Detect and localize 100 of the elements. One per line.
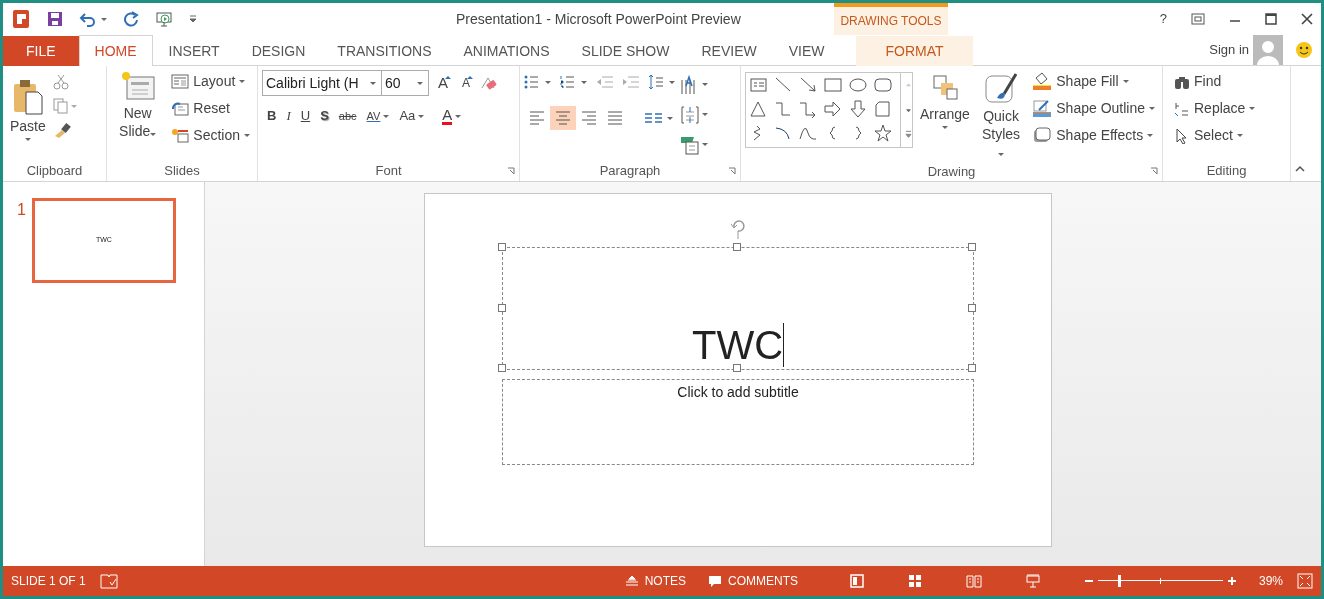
paste-button[interactable]: Paste bbox=[7, 70, 49, 161]
ribbon-tab[interactable]: VIEW bbox=[772, 36, 841, 66]
resize-handle[interactable] bbox=[733, 243, 741, 251]
down-arrow-shape-icon[interactable] bbox=[848, 99, 868, 119]
caret-icon bbox=[1249, 107, 1256, 110]
ribbon-tab[interactable]: FORMAT bbox=[856, 36, 973, 66]
dialog-launcher-icon[interactable] bbox=[728, 167, 736, 175]
cut-icon[interactable] bbox=[52, 74, 69, 90]
subtitle-placeholder[interactable]: Click to add subtitle bbox=[502, 379, 974, 465]
normal-view-icon[interactable] bbox=[849, 574, 864, 588]
arrange-button[interactable]: Arrange bbox=[917, 70, 973, 162]
redo-icon[interactable] bbox=[123, 11, 139, 27]
font-color-button[interactable]: A bbox=[437, 104, 467, 128]
format-button[interactable]: S bbox=[315, 104, 334, 128]
editing-command-button[interactable]: Replace bbox=[1171, 97, 1259, 120]
editing-command-button[interactable]: Select bbox=[1171, 124, 1259, 147]
ribbon-tab[interactable]: INSERT bbox=[152, 36, 236, 66]
editing-command-button[interactable]: Find bbox=[1171, 70, 1259, 93]
dialog-launcher-icon[interactable] bbox=[1150, 167, 1158, 175]
rounded-rectangle-shape-icon[interactable] bbox=[873, 75, 893, 95]
smiley-icon[interactable] bbox=[1295, 41, 1313, 59]
slide-command-button[interactable]: Section bbox=[168, 124, 253, 147]
ribbon-tab[interactable]: REVIEW bbox=[685, 36, 773, 66]
comments-button[interactable]: COMMENTS bbox=[707, 572, 798, 590]
font-size-dropdown[interactable]: 60 bbox=[381, 70, 429, 96]
quick-styles-button[interactable]: Quick Styles bbox=[976, 70, 1026, 162]
ribbon-tab[interactable]: SLIDE SHOW bbox=[565, 36, 686, 66]
collapse-ribbon-icon[interactable] bbox=[1295, 165, 1305, 173]
shape-command-button[interactable]: Shape Fill bbox=[1029, 70, 1158, 93]
resize-handle[interactable] bbox=[498, 364, 506, 372]
resize-handle[interactable] bbox=[968, 243, 976, 251]
format-button[interactable]: I bbox=[281, 104, 296, 128]
text-cursor bbox=[783, 323, 785, 367]
slide-command-button[interactable]: Layout bbox=[168, 70, 253, 93]
format-button[interactable]: Aa bbox=[394, 104, 430, 128]
caret-icon bbox=[101, 17, 107, 21]
resize-handle[interactable] bbox=[733, 364, 741, 372]
zoom-slider-thumb[interactable] bbox=[1118, 575, 1122, 587]
clipboard-icon bbox=[11, 78, 44, 116]
zoom-in-icon[interactable] bbox=[1226, 576, 1237, 586]
oval-shape-icon[interactable] bbox=[848, 75, 868, 95]
star-shape-icon[interactable] bbox=[873, 123, 893, 143]
shape-command-button[interactable]: Shape Effects bbox=[1029, 124, 1158, 147]
resize-handle[interactable] bbox=[968, 303, 976, 312]
shape-fill-icon bbox=[1032, 72, 1053, 91]
format-button[interactable]: U bbox=[295, 104, 316, 128]
ribbon-tab[interactable]: FILE bbox=[3, 36, 79, 66]
format-button[interactable]: abc bbox=[333, 104, 362, 128]
ribbon-tab[interactable]: ANIMATIONS bbox=[447, 36, 566, 66]
textbox-shape-icon[interactable] bbox=[748, 75, 768, 95]
window-title: Presentation1 - Microsoft PowerPoint Preview bbox=[456, 9, 741, 29]
text-direction-icon[interactable] bbox=[680, 74, 710, 96]
ribbon-tab[interactable]: HOME bbox=[78, 35, 153, 66]
slideshow-icon[interactable] bbox=[155, 11, 173, 27]
columns-icon[interactable] bbox=[644, 111, 674, 125]
triangle-shape-icon[interactable] bbox=[748, 99, 768, 119]
help-button[interactable]: ? bbox=[1159, 9, 1167, 29]
font-size-button[interactable]: A bbox=[433, 71, 453, 95]
align-text-icon[interactable] bbox=[680, 104, 710, 126]
slide-show-icon[interactable] bbox=[1025, 574, 1040, 588]
connector-shape-icon[interactable] bbox=[773, 99, 793, 119]
decrease-indent-icon[interactable] bbox=[596, 75, 614, 89]
new-slide-button[interactable]: New Slide bbox=[111, 70, 165, 161]
increase-indent-icon[interactable] bbox=[622, 75, 640, 89]
notes-button[interactable]: NOTES bbox=[624, 572, 686, 590]
slide-sorter-icon[interactable] bbox=[907, 574, 922, 588]
save-icon[interactable] bbox=[47, 11, 63, 27]
ribbon-tab[interactable]: TRANSITIONS bbox=[321, 36, 448, 66]
zoom-percent[interactable]: 39% bbox=[1258, 572, 1283, 590]
group-label: Font bbox=[375, 162, 402, 180]
resize-handle[interactable] bbox=[498, 243, 506, 251]
arrow-shape-icon[interactable] bbox=[798, 75, 818, 95]
numbering-icon[interactable] bbox=[560, 75, 588, 89]
undo-icon[interactable] bbox=[79, 11, 97, 27]
spell-check-icon[interactable] bbox=[99, 573, 118, 589]
ribbon-tab[interactable]: DESIGN bbox=[235, 36, 322, 66]
block-arrow-shape-icon[interactable] bbox=[823, 99, 843, 119]
sign-in-link[interactable]: Sign in bbox=[1209, 40, 1249, 60]
reading-view-icon[interactable] bbox=[965, 574, 982, 588]
close-icon[interactable] bbox=[1301, 13, 1313, 25]
font-name-dropdown[interactable]: Calibri Light (H bbox=[262, 70, 382, 96]
dialog-launcher-icon[interactable] bbox=[507, 167, 515, 175]
arrow-connector-shape-icon[interactable] bbox=[798, 99, 818, 119]
customize-caret-icon[interactable] bbox=[189, 15, 197, 23]
full-screen-icon[interactable] bbox=[1191, 13, 1205, 25]
format-button[interactable]: B bbox=[262, 104, 282, 128]
shapes-gallery[interactable] bbox=[745, 72, 913, 148]
slide-command-button[interactable]: Reset bbox=[168, 97, 253, 120]
fit-to-window-icon[interactable] bbox=[1297, 573, 1313, 589]
resize-handle[interactable] bbox=[498, 303, 506, 312]
line-spacing-icon[interactable] bbox=[648, 74, 676, 90]
group-label: Paragraph bbox=[599, 162, 661, 180]
format-button[interactable]: AV bbox=[361, 104, 395, 128]
rotate-handle-icon[interactable] bbox=[729, 218, 747, 240]
bullets-icon[interactable] bbox=[524, 75, 552, 89]
resize-handle[interactable] bbox=[968, 364, 976, 372]
maximize-icon[interactable] bbox=[1265, 13, 1277, 25]
smartart-icon[interactable] bbox=[680, 134, 710, 156]
shape-command-button[interactable]: Shape Outline bbox=[1029, 97, 1158, 120]
font-size-button[interactable]: A bbox=[457, 71, 476, 95]
